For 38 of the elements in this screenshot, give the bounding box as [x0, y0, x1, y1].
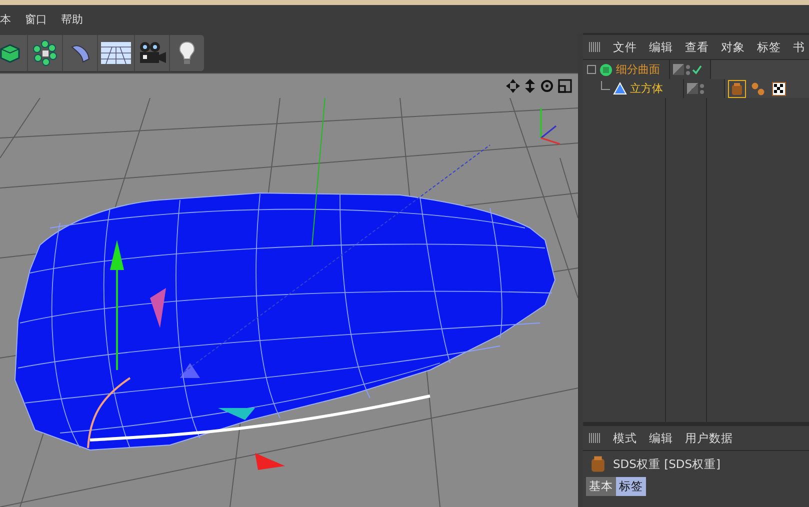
menu-item[interactable]: 模式 — [613, 430, 637, 446]
object-name[interactable]: 立方体 — [630, 81, 663, 96]
camera-icon[interactable] — [134, 35, 169, 71]
object-name[interactable]: 细分曲面 — [616, 62, 660, 77]
floor-grid-icon[interactable] — [97, 35, 134, 71]
material-tag-icon[interactable] — [770, 80, 788, 98]
tab[interactable]: 标签 — [616, 477, 646, 496]
menu-item[interactable]: 编辑 — [649, 40, 673, 54]
move-view-icon[interactable] — [506, 79, 520, 93]
maximize-view-icon[interactable] — [558, 79, 572, 93]
menu-item[interactable]: 编辑 — [649, 430, 673, 446]
menu-item[interactable]: 标签 — [757, 40, 781, 54]
weight-tag-icon — [589, 455, 607, 473]
visibility-dots-icon[interactable] — [686, 64, 690, 74]
axis-gizmo[interactable] — [110, 240, 285, 470]
cube-object-icon — [613, 82, 627, 96]
tree-line — [601, 81, 610, 90]
panel-grip-icon[interactable] — [589, 433, 601, 443]
menu-item[interactable]: 文件 — [613, 40, 637, 54]
orientation-axes-icon — [540, 108, 560, 145]
menu-item[interactable]: 帮助 — [61, 12, 83, 26]
menu-item[interactable]: 本 — [0, 12, 11, 26]
attribute-title: SDS权重 [SDS权重] — [613, 456, 721, 472]
menu-item[interactable]: 查看 — [685, 40, 709, 54]
mesh-drawing[interactable] — [14, 192, 556, 450]
zoom-view-icon[interactable] — [524, 79, 536, 93]
check-icon[interactable] — [692, 64, 702, 74]
tab[interactable]: 基本 — [586, 477, 616, 496]
weight-tag-icon[interactable] — [728, 80, 746, 98]
panel-grip-icon[interactable] — [589, 42, 601, 52]
collapse-icon[interactable] — [587, 65, 596, 74]
visibility-dots-icon[interactable] — [700, 84, 704, 94]
rotate-view-icon[interactable] — [540, 79, 554, 93]
menu-item[interactable]: 书 — [793, 40, 805, 54]
menu-item[interactable]: 用户数据 — [685, 430, 733, 446]
menu-item[interactable]: 窗口 — [25, 12, 47, 26]
menu-item[interactable]: 对象 — [721, 40, 745, 54]
subdivision-object-icon — [599, 62, 613, 76]
